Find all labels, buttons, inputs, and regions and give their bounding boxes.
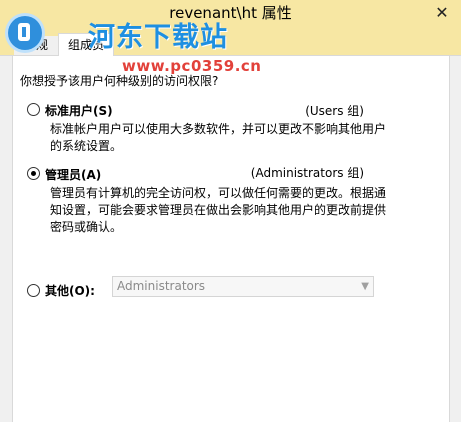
other-group-select[interactable]: Administrators ▼ [112,276,374,297]
standard-user-description: 标准帐户用户可以使用大多数软件，并可以更改不影响其他用户的系统设置。 [50,122,387,153]
standard-user-label[interactable]: 标准用户(S) [45,102,113,119]
access-level-question: 你想授予该用户何种级别的访问权限? [20,74,219,88]
tab-strip: 常规 组成员 [0,30,461,57]
administrator-description: 管理员有计算机的完全访问权，可以做任何需要的更改。根据通知设置，可能会要求管理员… [50,186,387,234]
chevron-down-icon: ▼ [361,281,369,292]
other-group-select-value: Administrators [117,279,206,293]
other-label[interactable]: 其他(O): [45,282,95,299]
watermark-title: 河东下载站 [88,22,228,53]
radio-other[interactable] [27,284,40,297]
window-title: revenant\ht 属性 [169,4,292,22]
administrator-label[interactable]: 管理员(A) [45,166,101,183]
title-bar: revenant\ht 属性 ✕ [0,0,461,30]
radio-standard-user[interactable] [27,103,40,116]
close-icon[interactable]: ✕ [429,4,455,22]
watermark-logo-icon [8,16,42,50]
administrator-group: (Administrators 组) [250,166,364,180]
radio-administrator[interactable] [27,167,40,180]
standard-user-group: (Users 组) [305,104,364,118]
